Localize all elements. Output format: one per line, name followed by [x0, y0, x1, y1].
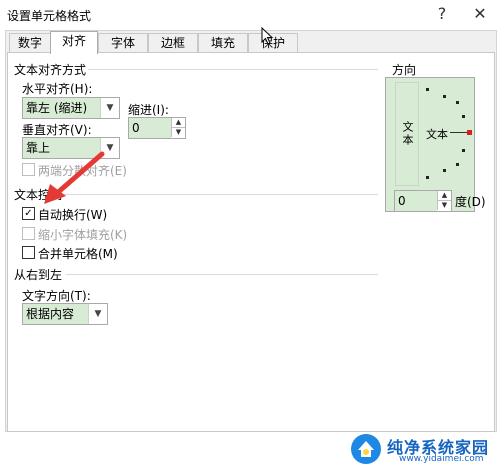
indent-stepper[interactable]: 0 ▲ ▼: [128, 117, 186, 139]
orientation-tick: [462, 149, 465, 152]
tab-alignment[interactable]: 对齐: [50, 31, 98, 54]
red-arrow-annotation-icon: [44, 151, 105, 204]
watermark-logo-icon: [351, 434, 381, 464]
text-alignment-group-label: 文本对齐方式: [14, 63, 87, 77]
merge-cells-checkbox[interactable]: [22, 246, 35, 259]
wrap-text-label: 自动换行(W): [38, 208, 108, 222]
spin-down-icon[interactable]: ▼: [437, 201, 451, 210]
shrink-to-fit-checkbox[interactable]: [22, 227, 35, 240]
text-direction-label: 文字方向(T):: [22, 289, 91, 303]
tab-font[interactable]: 字体: [98, 33, 148, 53]
vertical-align-label: 垂直对齐(V):: [22, 123, 92, 137]
degrees-value: 0: [395, 191, 437, 211]
text-direction-dropdown[interactable]: 根据内容 ▼: [22, 303, 108, 325]
close-icon[interactable]: ✕: [468, 3, 492, 25]
watermark: 纯净系统家园 www.yidaimei.com: [345, 430, 500, 470]
spin-up-icon[interactable]: ▲: [171, 118, 185, 128]
horizontal-align-value: 靠左 (缩进): [23, 98, 101, 118]
chevron-down-icon[interactable]: ▼: [100, 98, 119, 118]
right-to-left-divider: [66, 274, 378, 275]
right-to-left-group-label: 从右到左: [14, 268, 63, 282]
text-alignment-divider: [88, 69, 378, 70]
orientation-tick: [443, 95, 446, 98]
text-control-divider: [64, 194, 378, 195]
orientation-group-label: 方向: [392, 63, 417, 77]
help-icon[interactable]: ?: [430, 3, 454, 25]
orientation-handle[interactable]: [467, 130, 472, 135]
dialog-title: 设置单元格格式: [7, 9, 92, 23]
orientation-tick: [456, 101, 459, 104]
indent-value: 0: [129, 118, 171, 138]
orientation-needle: [450, 132, 468, 133]
tab-bar: 数字 对齐 字体 边框 填充 保护: [6, 31, 494, 54]
orientation-tick: [462, 115, 465, 118]
degrees-label: 度(D): [455, 195, 486, 209]
orientation-tick: [443, 169, 446, 172]
text-direction-value: 根据内容: [23, 304, 89, 324]
angled-text-label: 文本: [426, 128, 448, 141]
merge-cells-label: 合并单元格(M): [38, 247, 118, 261]
vertical-text-button[interactable]: 文本: [395, 82, 419, 186]
justify-distributed-checkbox[interactable]: [22, 163, 35, 176]
orientation-tick: [426, 88, 429, 91]
orientation-tick: [456, 163, 459, 166]
mouse-cursor-icon: [261, 27, 274, 45]
wrap-text-checkbox[interactable]: ✓: [22, 207, 35, 220]
spin-up-icon[interactable]: ▲: [437, 191, 451, 201]
tab-border[interactable]: 边框: [148, 33, 198, 53]
horizontal-align-dropdown[interactable]: 靠左 (缩进) ▼: [22, 97, 120, 119]
chevron-down-icon[interactable]: ▼: [88, 304, 107, 324]
watermark-url: www.yidaimei.com: [399, 454, 484, 464]
indent-label: 缩进(I):: [128, 103, 169, 117]
degrees-stepper[interactable]: 0 ▲ ▼: [394, 190, 452, 212]
shrink-to-fit-label: 缩小字体填充(K): [38, 228, 128, 242]
horizontal-align-label: 水平对齐(H):: [22, 82, 93, 96]
spin-down-icon[interactable]: ▼: [171, 128, 185, 137]
orientation-tick: [426, 176, 429, 179]
tab-number[interactable]: 数字: [9, 33, 51, 53]
tab-fill[interactable]: 填充: [198, 33, 248, 53]
